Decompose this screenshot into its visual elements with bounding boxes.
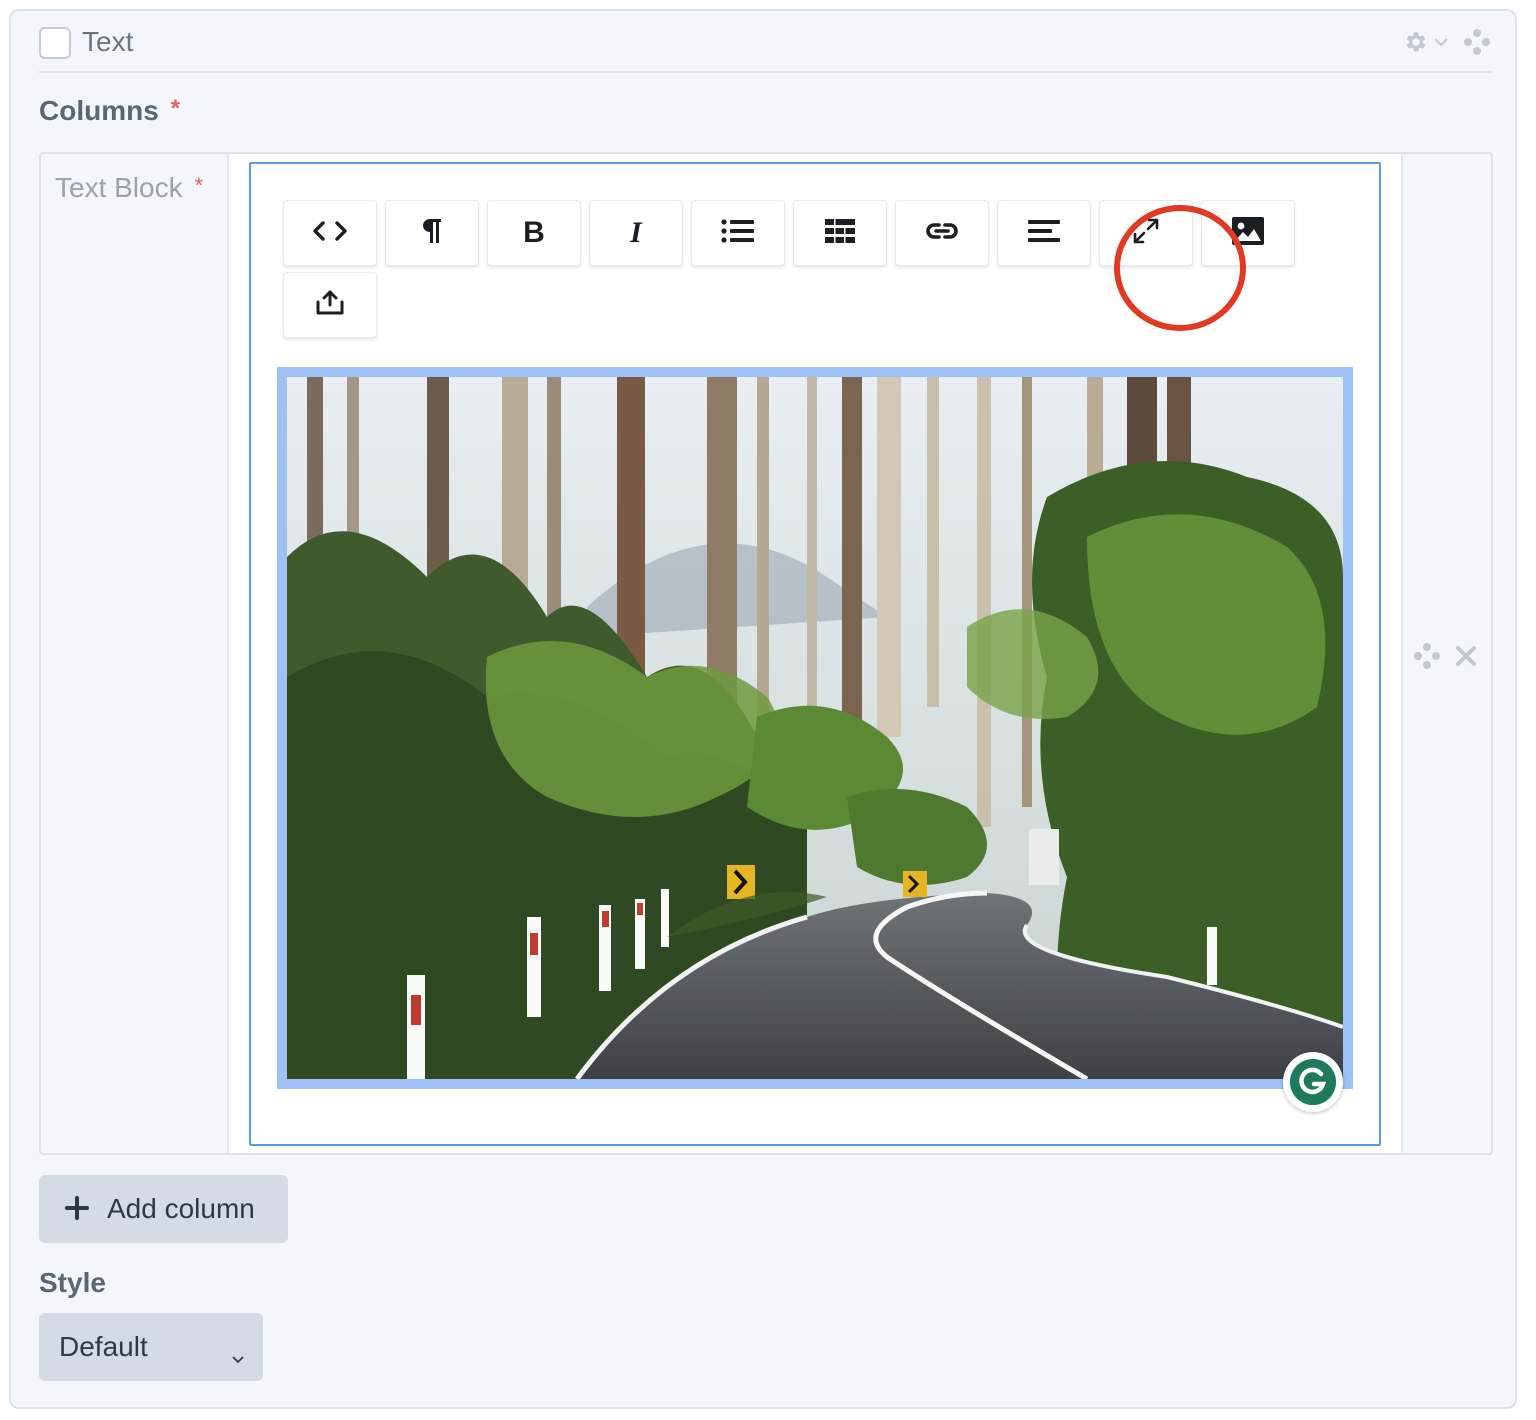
block-header-actions xyxy=(1403,27,1491,57)
forest-road-photo xyxy=(287,377,1343,1079)
required-mark: * xyxy=(170,95,181,122)
link-icon xyxy=(925,221,959,246)
formatting-button[interactable] xyxy=(385,200,479,266)
align-icon xyxy=(1028,219,1060,247)
style-field-label: Style xyxy=(39,1267,106,1298)
image-icon xyxy=(1232,216,1264,250)
image-button[interactable] xyxy=(1201,200,1295,266)
bold-icon: B xyxy=(523,216,545,249)
list-icon xyxy=(721,218,755,248)
rich-text-editor[interactable]: B I xyxy=(249,162,1381,1146)
column-label-text: Text Block xyxy=(55,172,183,203)
selected-image[interactable] xyxy=(277,367,1353,1089)
style-select-value: Default xyxy=(59,1331,148,1362)
grammarly-icon[interactable] xyxy=(1283,1052,1343,1112)
embed-button[interactable] xyxy=(283,272,377,338)
style-select[interactable]: Default xyxy=(39,1313,263,1381)
column-label: Text Block * xyxy=(55,172,203,204)
add-column-label: Add column xyxy=(107,1193,255,1224)
html-source-button[interactable] xyxy=(283,200,377,266)
text-block-panel: Text Columns * Text Block * B I Add colu… xyxy=(9,9,1517,1409)
italic-icon: I xyxy=(630,216,642,249)
chevron-down-icon xyxy=(231,1339,245,1371)
block-title: Text xyxy=(82,26,134,57)
paragraph-icon xyxy=(420,217,444,250)
add-column-button[interactable]: Add column xyxy=(39,1175,288,1243)
unordered-list-button[interactable] xyxy=(691,200,785,266)
columns-table: Text Block * B I xyxy=(39,152,1493,1155)
block-header: Text xyxy=(39,11,1491,73)
required-mark: * xyxy=(194,173,204,198)
column-body: B I xyxy=(229,154,1401,1153)
italic-button[interactable]: I xyxy=(589,200,683,266)
share-icon xyxy=(315,290,345,321)
table-icon xyxy=(825,218,855,248)
table-button[interactable] xyxy=(793,200,887,266)
column-divider xyxy=(1401,154,1403,1153)
code-icon xyxy=(312,219,348,248)
column-row-actions xyxy=(1413,642,1477,675)
plus-icon xyxy=(65,1192,89,1226)
move-handle-icon[interactable] xyxy=(1463,28,1491,56)
close-icon[interactable] xyxy=(1455,645,1477,672)
block-select-checkbox[interactable] xyxy=(39,27,71,59)
move-handle-icon[interactable] xyxy=(1413,642,1441,675)
columns-field-label: Columns * xyxy=(39,95,180,127)
alignment-button[interactable] xyxy=(997,200,1091,266)
link-button[interactable] xyxy=(895,200,989,266)
chevron-down-icon[interactable] xyxy=(1433,36,1449,48)
gear-icon[interactable] xyxy=(1403,29,1429,55)
expand-icon xyxy=(1131,216,1161,251)
fullscreen-button[interactable] xyxy=(1099,200,1193,266)
columns-label-text: Columns xyxy=(39,95,159,126)
bold-button[interactable]: B xyxy=(487,200,581,266)
